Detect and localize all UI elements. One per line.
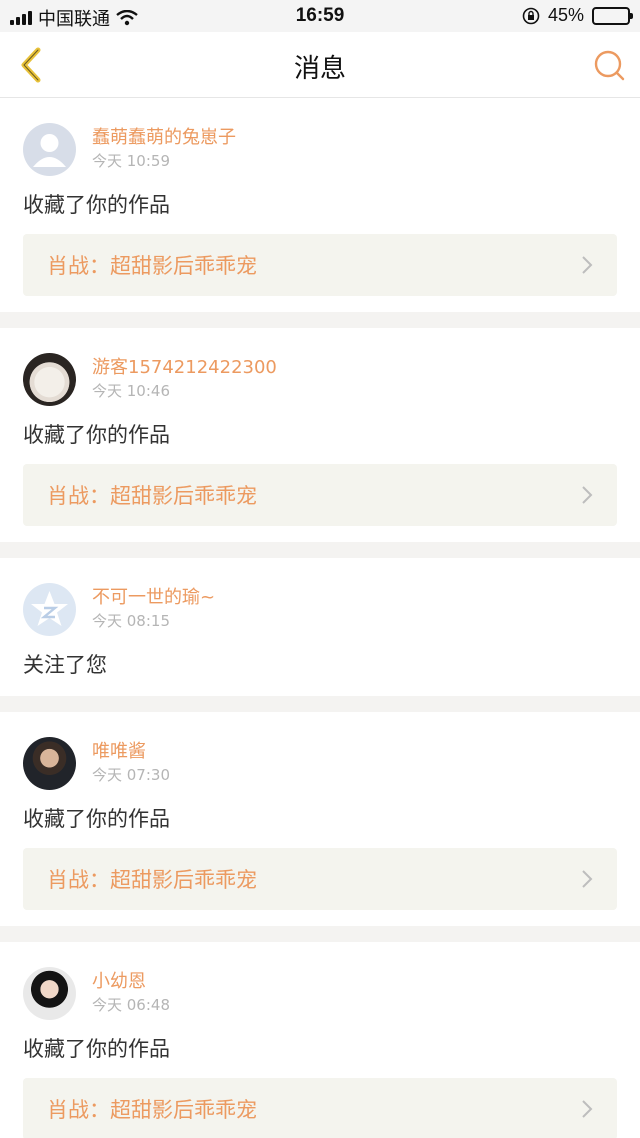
avatar[interactable] bbox=[23, 736, 76, 790]
message-header: 唯唯酱 今天 07:30 bbox=[23, 736, 617, 790]
avatar[interactable] bbox=[23, 582, 76, 636]
message-meta: 不可一世的瑜~ 今天 08:15 bbox=[92, 587, 215, 631]
user-name[interactable]: 不可一世的瑜~ bbox=[92, 587, 215, 609]
message-card: 小幼恩 今天 06:48 收藏了你的作品 肖战：超甜影后乖乖宠 bbox=[0, 942, 640, 1138]
message-header: 蠢萌蠢萌的兔崽子 今天 10:59 bbox=[23, 122, 617, 176]
default-user-icon bbox=[33, 133, 66, 167]
action-text: 收藏了你的作品 bbox=[23, 1037, 170, 1061]
message-meta: 游客1574212422300 今天 10:46 bbox=[92, 357, 277, 401]
user-name[interactable]: 小幼恩 bbox=[92, 971, 170, 993]
user-name[interactable]: 蠢萌蠢萌的兔崽子 bbox=[92, 127, 236, 149]
avatar[interactable] bbox=[23, 122, 76, 176]
message-list: 蠢萌蠢萌的兔崽子 今天 10:59 收藏了你的作品 肖战：超甜影后乖乖宠 游客1… bbox=[0, 98, 640, 1138]
message-header: 游客1574212422300 今天 10:46 bbox=[23, 352, 617, 406]
user-name[interactable]: 唯唯酱 bbox=[92, 741, 170, 763]
message-card: 唯唯酱 今天 07:30 收藏了你的作品 肖战：超甜影后乖乖宠 bbox=[0, 712, 640, 926]
orientation-lock-icon bbox=[522, 7, 540, 24]
page-title: 消息 bbox=[293, 54, 346, 84]
action-text: 收藏了你的作品 bbox=[23, 193, 170, 217]
work-title: 肖战：超甜影后乖乖宠 bbox=[47, 1098, 257, 1122]
message-meta: 小幼恩 今天 06:48 bbox=[92, 971, 170, 1015]
chevron-right-icon bbox=[582, 870, 593, 888]
nav-bar: 消息 bbox=[0, 32, 640, 98]
message-meta: 唯唯酱 今天 07:30 bbox=[92, 741, 170, 785]
user-name[interactable]: 游客1574212422300 bbox=[92, 357, 277, 379]
work-title: 肖战：超甜影后乖乖宠 bbox=[47, 484, 257, 508]
message-header: 小幼恩 今天 06:48 bbox=[23, 966, 617, 1020]
action-text: 收藏了你的作品 bbox=[23, 807, 170, 831]
avatar[interactable] bbox=[23, 352, 76, 406]
message-time: 今天 06:48 bbox=[92, 996, 170, 1014]
search-icon[interactable] bbox=[592, 48, 626, 82]
star-icon bbox=[31, 590, 68, 626]
action-text: 收藏了你的作品 bbox=[23, 423, 170, 447]
work-title: 肖战：超甜影后乖乖宠 bbox=[47, 254, 257, 278]
message-card: 不可一世的瑜~ 今天 08:15 关注了您 bbox=[0, 558, 640, 696]
action-text: 关注了您 bbox=[23, 653, 107, 677]
message-time: 今天 08:15 bbox=[92, 612, 170, 630]
message-card: 蠢萌蠢萌的兔崽子 今天 10:59 收藏了你的作品 肖战：超甜影后乖乖宠 bbox=[0, 98, 640, 312]
work-link[interactable]: 肖战：超甜影后乖乖宠 bbox=[23, 464, 617, 526]
message-card: 游客1574212422300 今天 10:46 收藏了你的作品 肖战：超甜影后… bbox=[0, 328, 640, 542]
message-time: 今天 10:46 bbox=[92, 382, 170, 400]
message-time: 今天 07:30 bbox=[92, 766, 170, 784]
work-link[interactable]: 肖战：超甜影后乖乖宠 bbox=[23, 234, 617, 296]
battery-icon bbox=[592, 6, 633, 25]
status-right: 45% bbox=[522, 5, 633, 26]
chevron-right-icon bbox=[582, 486, 593, 504]
message-meta: 蠢萌蠢萌的兔崽子 今天 10:59 bbox=[92, 127, 236, 171]
work-link[interactable]: 肖战：超甜影后乖乖宠 bbox=[23, 848, 617, 910]
chevron-right-icon bbox=[582, 1100, 593, 1118]
status-bar: 中国联通 16:59 45% bbox=[0, 0, 640, 32]
battery-percent: 45% bbox=[547, 5, 584, 25]
work-link[interactable]: 肖战：超甜影后乖乖宠 bbox=[23, 1078, 617, 1138]
work-title: 肖战：超甜影后乖乖宠 bbox=[47, 868, 257, 892]
chevron-right-icon bbox=[582, 256, 593, 274]
message-time: 今天 10:59 bbox=[92, 152, 170, 170]
avatar[interactable] bbox=[23, 966, 76, 1020]
message-header: 不可一世的瑜~ 今天 08:15 bbox=[23, 582, 617, 636]
